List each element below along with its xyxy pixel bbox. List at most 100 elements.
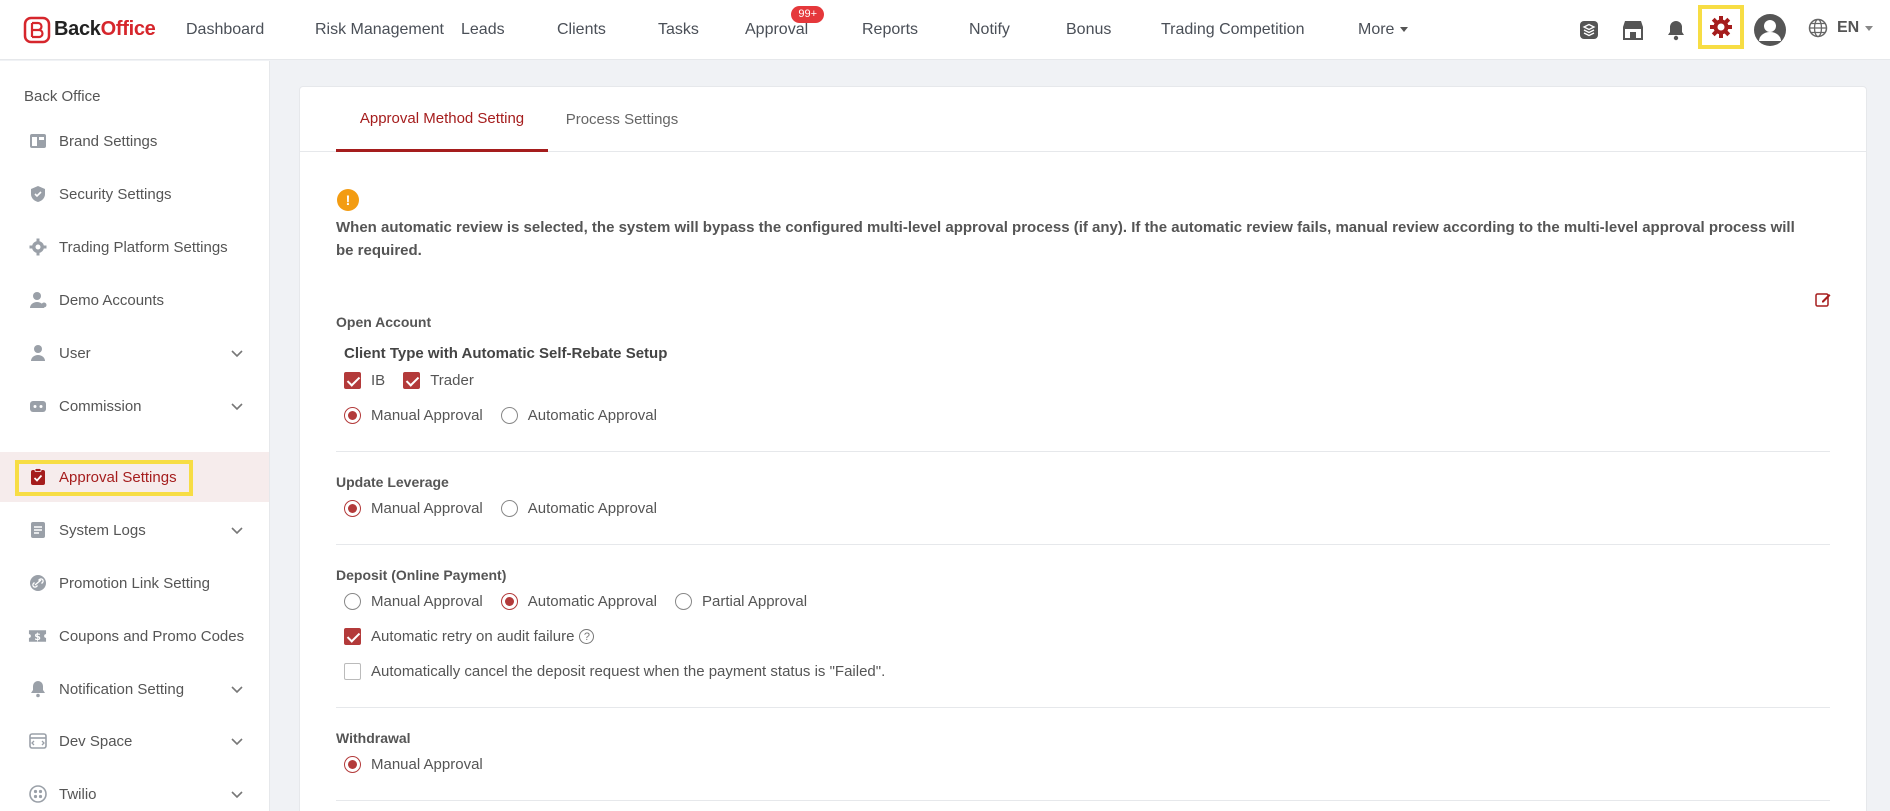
approval-count-badge: 99+ [791, 5, 824, 23]
sidebar-item-dev-space[interactable]: Dev Space [0, 716, 269, 766]
sidebar-item-commission[interactable]: Commission [0, 381, 269, 431]
tab-approval-method-setting[interactable]: Approval Method Setting [336, 87, 548, 152]
checkbox-automatic-retry[interactable]: Automatic retry on audit failure [344, 628, 574, 645]
nav-notify[interactable]: Notify [969, 0, 1066, 60]
nav-dashboard[interactable]: Dashboard [186, 0, 315, 60]
chevron-down-icon [231, 527, 243, 535]
warning-icon: ! [337, 189, 359, 211]
nav-clients[interactable]: Clients [557, 0, 658, 60]
divider [336, 707, 1830, 708]
sidebar-item-twilio[interactable]: Twilio [0, 769, 269, 811]
radio-partial-approval[interactable]: Partial Approval [675, 593, 807, 610]
radio-dot [344, 593, 361, 610]
update-leverage-approval-options: Manual Approval Automatic Approval [344, 500, 657, 517]
radio-automatic-approval[interactable]: Automatic Approval [500, 500, 657, 517]
sidebar-item-security-settings[interactable]: Security Settings [0, 169, 269, 219]
auto-cancel-row: Automatically cancel the deposit request… [344, 663, 885, 680]
chevron-down-icon [231, 686, 243, 694]
nav-leads[interactable]: Leads [461, 0, 557, 60]
top-navigation-bar: BackOffice Dashboard Risk Management Lea… [0, 0, 1890, 60]
svg-text:$: $ [34, 632, 41, 643]
divider [336, 544, 1830, 545]
radio-dot [500, 407, 518, 424]
bell-icon[interactable] [1658, 12, 1694, 48]
withdrawal-approval-options: Manual Approval [344, 756, 483, 773]
checkbox-box [403, 372, 421, 389]
section-title-deposit: Deposit (Online Payment) [336, 567, 507, 583]
nav-risk-management[interactable]: Risk Management [315, 0, 461, 60]
sidebar-item-notification-setting[interactable]: Notification Setting [0, 664, 269, 714]
bell-icon [28, 680, 47, 699]
edit-icon[interactable] [1814, 291, 1832, 309]
subtitle-client-type: Client Type with Automatic Self-Rebate S… [344, 345, 668, 362]
radio-manual-approval[interactable]: Manual Approval [344, 756, 483, 773]
radio-manual-approval[interactable]: Manual Approval [344, 593, 483, 610]
radio-dot [344, 756, 361, 773]
open-account-approval-options: Manual Approval Automatic Approval [344, 407, 657, 424]
checkbox-box [344, 663, 361, 680]
checkbox-trader[interactable]: Trader [403, 372, 474, 389]
sidebar-item-demo-accounts[interactable]: Demo Accounts [0, 275, 269, 325]
layers-icon[interactable] [1571, 12, 1607, 48]
checkbox-box [344, 628, 361, 645]
checkbox-box [344, 372, 361, 389]
dev-icon [28, 732, 47, 751]
nav-tasks[interactable]: Tasks [658, 0, 745, 60]
radio-dot [675, 593, 692, 610]
settings-gear-icon[interactable] [1698, 5, 1744, 49]
nav-more-dropdown[interactable]: More [1358, 0, 1438, 60]
approval-settings-card: Approval Method Setting Process Settings… [299, 86, 1867, 811]
tab-process-settings[interactable]: Process Settings [558, 87, 686, 152]
radio-dot [344, 407, 361, 424]
main-nav: Dashboard Risk Management Leads Clients … [186, 0, 1438, 60]
checkbox-auto-cancel-failed[interactable]: Automatically cancel the deposit request… [344, 663, 885, 680]
brand-icon [28, 132, 47, 151]
radio-manual-approval[interactable]: Manual Approval [344, 407, 483, 424]
section-title-update-leverage: Update Leverage [336, 474, 449, 490]
nav-bonus[interactable]: Bonus [1066, 0, 1161, 60]
store-icon[interactable] [1615, 12, 1651, 48]
caret-down-icon [1865, 25, 1874, 31]
radio-manual-approval[interactable]: Manual Approval [344, 500, 483, 517]
radio-automatic-approval[interactable]: Automatic Approval [500, 407, 657, 424]
app-logo[interactable]: BackOffice [23, 16, 186, 44]
twilio-icon [28, 785, 47, 804]
sidebar-item-promotion-link-setting[interactable]: Promotion Link Setting [0, 558, 269, 608]
globe-icon [1808, 18, 1828, 38]
sidebar-item-user[interactable]: User [0, 328, 269, 378]
language-code: EN [1837, 19, 1860, 36]
user-avatar-icon[interactable] [1752, 12, 1788, 48]
sidebar-item-trading-platform-settings[interactable]: Trading Platform Settings [0, 222, 269, 272]
nav-approval[interactable]: Approval 99+ [745, 0, 862, 60]
section-title-open-account: Open Account [336, 314, 432, 330]
sidebar-item-system-logs[interactable]: System Logs [0, 505, 269, 555]
clipboard-check-icon [28, 468, 47, 487]
sidebar-item-approval-settings[interactable]: Approval Settings [0, 452, 269, 502]
chevron-down-icon [231, 738, 243, 746]
language-selector[interactable]: EN [1808, 18, 1874, 38]
divider [336, 451, 1830, 452]
nav-reports[interactable]: Reports [862, 0, 969, 60]
link-icon [28, 574, 47, 593]
divider [336, 800, 1830, 801]
shield-icon [28, 185, 47, 204]
section-title-withdrawal: Withdrawal [336, 730, 411, 746]
nav-trading-competition[interactable]: Trading Competition [1161, 0, 1358, 60]
coupon-icon: $ [28, 627, 47, 646]
logs-icon [28, 521, 47, 540]
logo-mark-icon [23, 16, 51, 43]
sidebar-title: Back Office [24, 88, 101, 105]
radio-dot [500, 593, 518, 610]
radio-automatic-approval[interactable]: Automatic Approval [500, 593, 657, 610]
caret-down-icon [1400, 27, 1409, 32]
tab-bar: Approval Method Setting Process Settings [300, 87, 1866, 152]
sidebar-item-brand-settings[interactable]: Brand Settings [0, 116, 269, 166]
chevron-down-icon [231, 403, 243, 411]
help-question-icon[interactable]: ? [579, 629, 595, 644]
deposit-approval-options: Manual Approval Automatic Approval Parti… [344, 593, 807, 610]
sidebar-item-coupons-and-promo-codes[interactable]: $ Coupons and Promo Codes [0, 611, 269, 661]
radio-dot [500, 500, 518, 517]
checkbox-ib[interactable]: IB [344, 372, 385, 389]
retry-on-failure-row: Automatic retry on audit failure ? [344, 628, 595, 645]
user-icon [28, 344, 47, 363]
